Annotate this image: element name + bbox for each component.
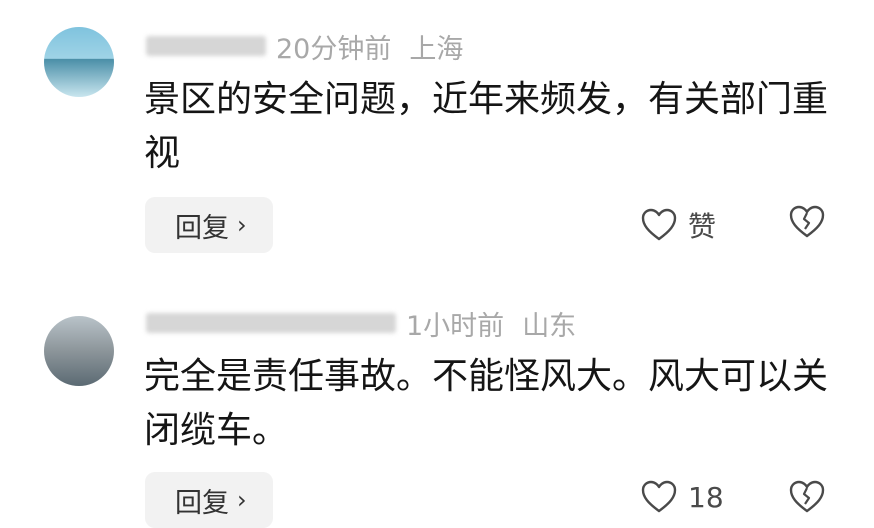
username-redacted[interactable] bbox=[146, 313, 396, 333]
like-count: 18 bbox=[688, 480, 724, 514]
comment-meta: 1小时前 山东 bbox=[146, 305, 577, 342]
like-button[interactable]: 赞 bbox=[640, 205, 716, 245]
comment-meta: 20分钟前 上海 bbox=[146, 28, 464, 65]
dislike-button[interactable] bbox=[788, 480, 826, 518]
reply-label: 回复 bbox=[175, 212, 229, 244]
comment-location: 山东 bbox=[522, 310, 577, 342]
like-label: 赞 bbox=[688, 210, 717, 243]
username-redacted[interactable] bbox=[146, 36, 266, 56]
reply-button[interactable]: 回复 › bbox=[145, 197, 273, 253]
comment-time: 1小时前 bbox=[406, 310, 505, 342]
reply-button[interactable]: 回复 › bbox=[145, 472, 273, 528]
broken-heart-icon bbox=[789, 205, 825, 238]
heart-outline-icon bbox=[641, 208, 677, 241]
reply-label: 回复 bbox=[175, 487, 229, 519]
comment-text: 完全是责任事故。不能怪风大。风大可以关闭缆车。 bbox=[144, 356, 829, 451]
comment-text: 景区的安全问题，近年来频发，有关部门重视 bbox=[144, 79, 829, 174]
avatar[interactable] bbox=[44, 27, 114, 97]
chevron-right-icon: › bbox=[237, 211, 247, 239]
broken-heart-icon bbox=[789, 480, 825, 513]
comment-time: 20分钟前 bbox=[276, 33, 392, 65]
comment-location: 上海 bbox=[409, 33, 464, 65]
heart-outline-icon bbox=[641, 480, 677, 513]
dislike-button[interactable] bbox=[788, 205, 826, 243]
avatar[interactable] bbox=[44, 316, 114, 386]
like-button[interactable]: 18 bbox=[640, 480, 724, 514]
chevron-right-icon: › bbox=[237, 486, 247, 514]
